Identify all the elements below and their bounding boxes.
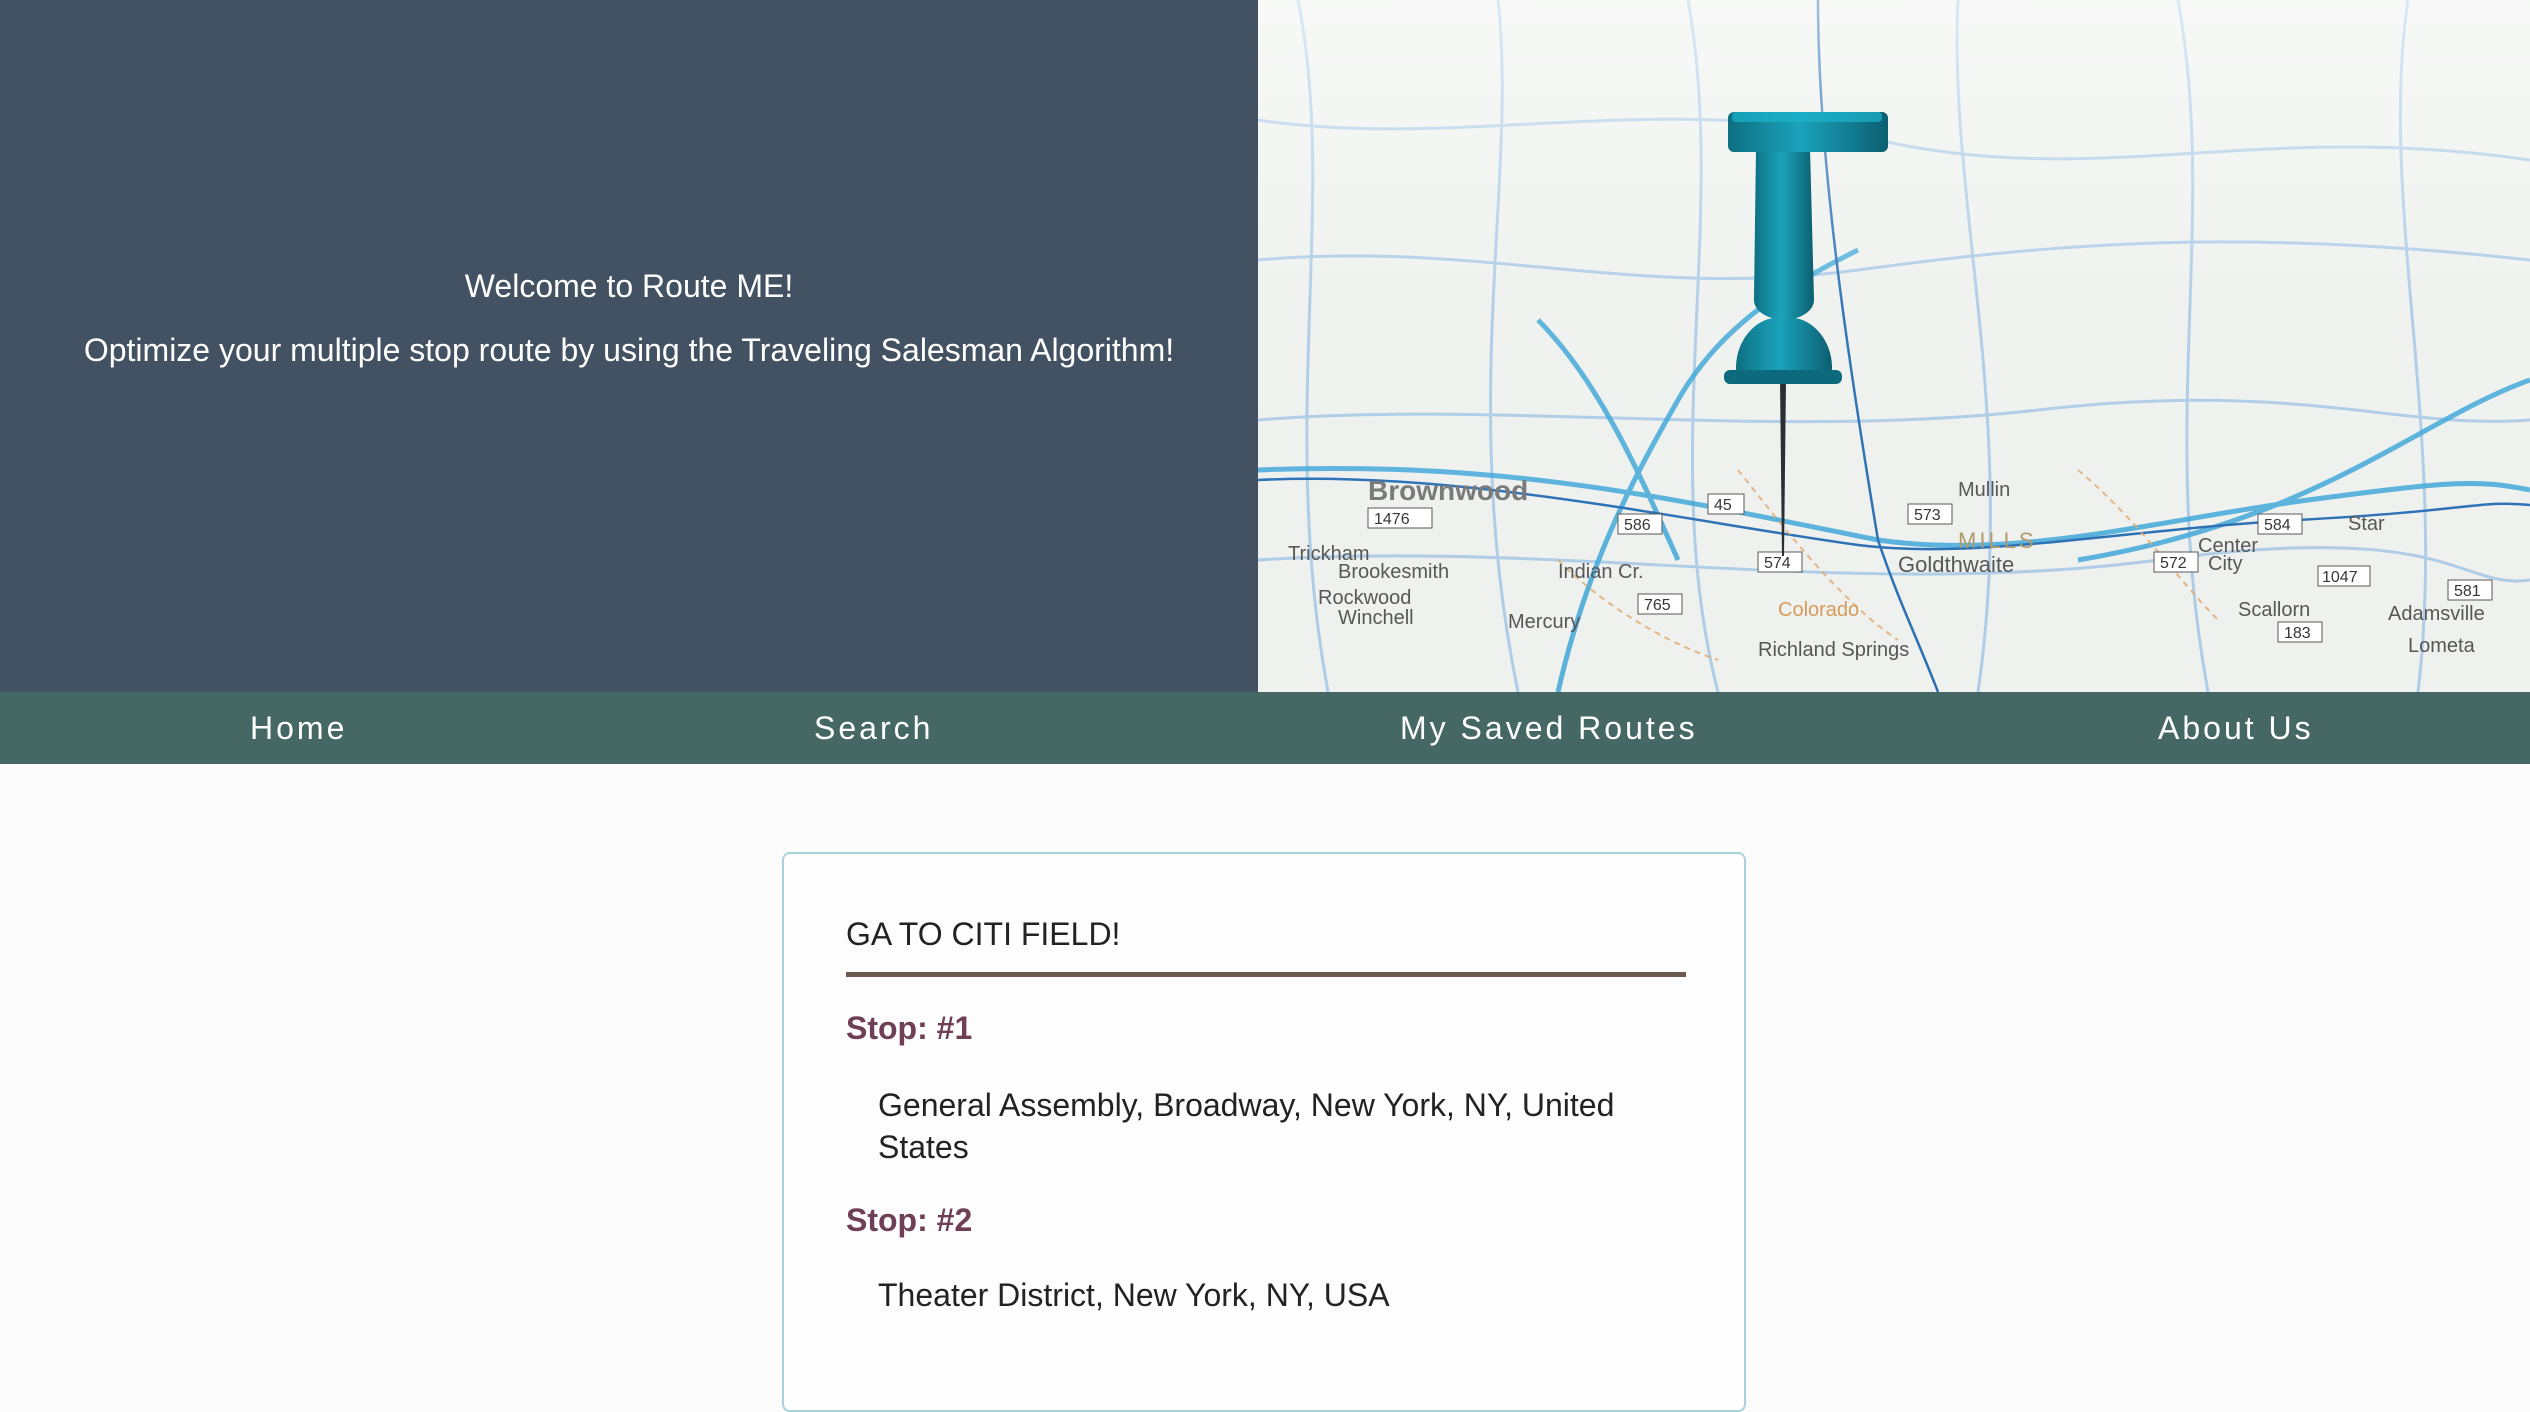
nav-saved-routes-link[interactable]: My Saved Routes [1400, 692, 1698, 764]
nav-about-link[interactable]: About Us [2158, 692, 2314, 764]
hero-intro-panel: Welcome to Route ME! Optimize your multi… [0, 0, 1258, 692]
nav-search-link[interactable]: Search [814, 692, 933, 764]
main-navbar: Home Search My Saved Routes About Us [0, 692, 2530, 764]
tagline-text: Optimize your multiple stop route by usi… [83, 332, 1175, 368]
map-image: Brownwood Brookesmith Trickham Rockwood … [1258, 0, 2530, 692]
stop-address: Theater District, New York, NY, USA [878, 1277, 1390, 1313]
route-card: GA TO CITI FIELD! Stop: #1 General Assem… [782, 852, 1746, 1412]
title-divider [846, 972, 1686, 977]
stop-label: Stop: #2 [846, 1202, 973, 1238]
route-title: GA TO CITI FIELD! [846, 916, 1121, 952]
nav-home-link[interactable]: Home [250, 692, 347, 764]
welcome-heading: Welcome to Route ME! [464, 268, 794, 304]
stop-address: General Assembly, Broadway, New York, NY… [878, 1087, 1615, 1165]
stop-label: Stop: #1 [846, 1010, 973, 1046]
hero-banner: Welcome to Route ME! Optimize your multi… [0, 0, 2530, 692]
